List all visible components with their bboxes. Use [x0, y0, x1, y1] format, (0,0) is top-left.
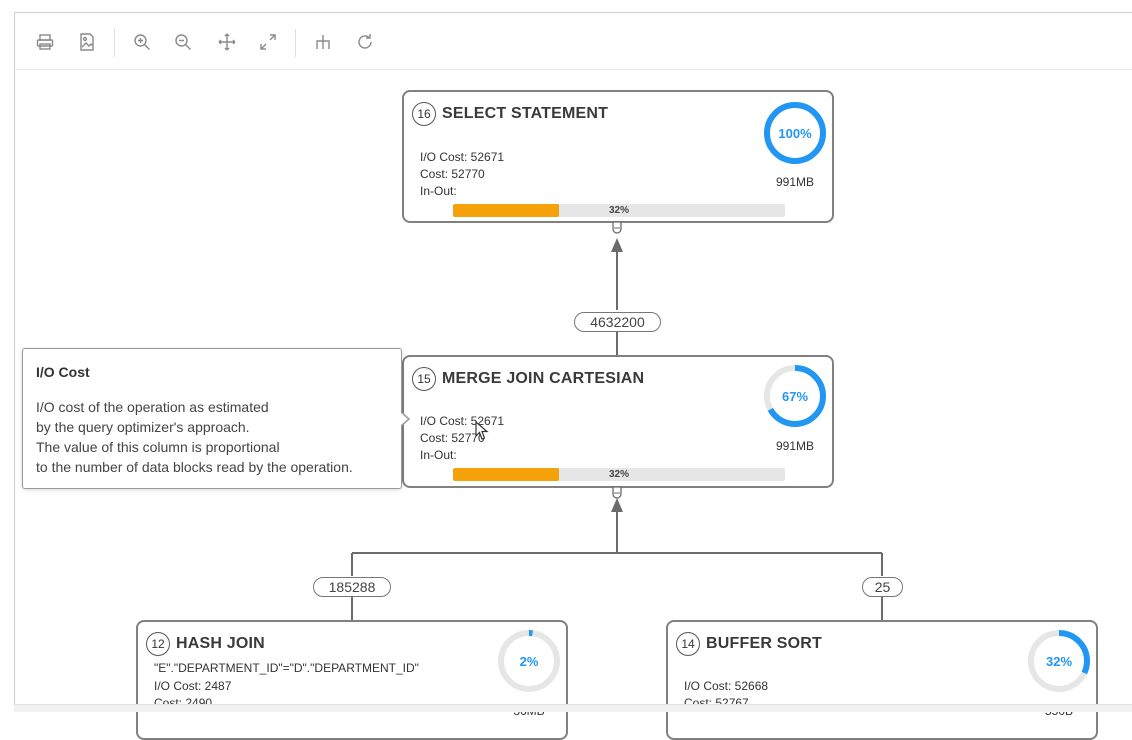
io-cost-tooltip: I/O Cost I/O cost of the operation as es…: [22, 348, 411, 489]
node-io-cost: I/O Cost: 52671: [420, 414, 505, 428]
mouse-cursor-icon: [475, 421, 489, 440]
node-io-cost: I/O Cost: 52671: [420, 150, 505, 164]
node-predicate: "E"."DEPARTMENT_ID"="D"."DEPARTMENT_ID": [154, 661, 419, 675]
cost-percentage-label: 32%: [1045, 653, 1073, 669]
node-output-port: [612, 486, 622, 499]
node-id-badge: 15: [412, 367, 436, 391]
cost-percentage-label: 100%: [778, 125, 812, 141]
tooltip-line: The value of this column is proportional: [36, 439, 280, 455]
cost-percentage-ring: 2%: [496, 628, 562, 694]
node-cost: Cost: 52770: [420, 167, 485, 181]
node-memory: 991MB: [775, 175, 815, 189]
node-header: 12 HASH JOIN: [146, 632, 265, 656]
tooltip-line: to the number of data blocks read by the…: [36, 459, 353, 475]
edge-row-count: 4632200: [574, 312, 661, 332]
plan-node-select-statement[interactable]: 16 SELECT STATEMENT I/O Cost: 52671 Cost…: [402, 90, 834, 223]
cost-percentage-label: 2%: [519, 653, 539, 669]
in-out-bar-label: 32%: [608, 469, 629, 480]
node-output-port: [612, 221, 622, 234]
node-in-out: In-Out:: [420, 448, 457, 462]
node-io-cost: I/O Cost: 2487: [154, 679, 232, 693]
node-id-badge: 16: [412, 102, 436, 126]
node-io-cost: I/O Cost: 52668: [684, 679, 769, 693]
node-id-badge: 14: [676, 632, 700, 656]
node-memory: 991MB: [775, 439, 815, 453]
cost-percentage-label: 67%: [781, 388, 809, 404]
plan-node-hash-join[interactable]: 12 HASH JOIN "E"."DEPARTMENT_ID"="D"."DE…: [136, 620, 568, 740]
edge-row-count: 185288: [313, 577, 391, 597]
node-title: SELECT STATEMENT: [442, 105, 609, 122]
in-out-bar: 32%: [453, 468, 785, 481]
tooltip-line: I/O cost of the operation as estimated: [36, 399, 269, 415]
tooltip-line: by the query optimizer's approach.: [36, 419, 250, 435]
node-id-badge: 12: [146, 632, 170, 656]
tooltip-title: I/O Cost: [36, 364, 90, 380]
tooltip-body: I/O cost of the operation as estimated b…: [36, 397, 353, 477]
node-title: MERGE JOIN CARTESIAN: [442, 370, 645, 387]
node-title: HASH JOIN: [176, 635, 265, 652]
cost-percentage-ring: 67%: [762, 363, 828, 429]
node-header: 14 BUFFER SORT: [676, 632, 822, 656]
node-in-out: In-Out:: [420, 184, 457, 198]
edge-row-count: 25: [862, 577, 903, 597]
cost-percentage-ring: 32%: [1026, 628, 1092, 694]
node-header: 15 MERGE JOIN CARTESIAN: [412, 367, 644, 391]
in-out-bar-label: 32%: [608, 205, 629, 216]
tooltip-pointer-icon: [401, 412, 411, 426]
plan-node-buffer-sort[interactable]: 14 BUFFER SORT I/O Cost: 52668 Cost: 527…: [666, 620, 1098, 740]
cost-percentage-ring: 100%: [762, 100, 828, 166]
in-out-bar: 32%: [453, 204, 785, 217]
plan-node-merge-join-cartesian[interactable]: 15 MERGE JOIN CARTESIAN I/O Cost: 52671 …: [402, 355, 834, 488]
node-header: 16 SELECT STATEMENT: [412, 102, 608, 126]
node-title: BUFFER SORT: [706, 635, 822, 652]
